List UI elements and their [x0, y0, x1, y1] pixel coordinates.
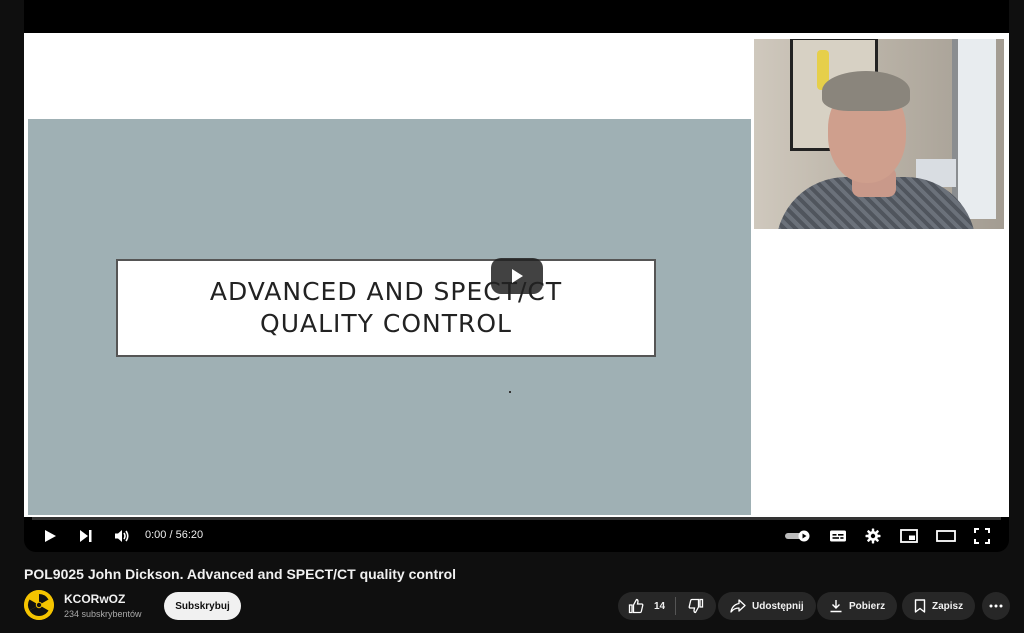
fullscreen-button[interactable] — [970, 520, 994, 552]
gear-icon — [865, 528, 881, 544]
download-label: Pobierz — [849, 600, 886, 612]
presentation-slide: ADVANCED AND SPECT/CT QUALITY CONTROL — [28, 119, 751, 515]
channel-name[interactable]: KCORwOZ — [64, 592, 125, 606]
autoplay-toggle[interactable] — [784, 520, 812, 552]
autoplay-toggle-icon — [785, 530, 810, 542]
play-icon — [512, 269, 523, 283]
subtitles-icon — [830, 530, 846, 542]
play-button[interactable] — [38, 520, 62, 552]
video-player[interactable]: ADVANCED AND SPECT/CT QUALITY CONTROL 0:… — [24, 0, 1009, 552]
like-dislike-group: 14 — [618, 592, 717, 620]
slide-title-box: ADVANCED AND SPECT/CT QUALITY CONTROL — [116, 259, 656, 357]
time-display: 0:00 / 56:20 — [145, 529, 203, 541]
current-time: 0:00 — [145, 529, 167, 541]
share-button[interactable]: Udostępnij — [718, 592, 816, 620]
time-separator: / — [166, 529, 176, 541]
thumbs-down-icon — [688, 598, 704, 614]
speaker-hair — [822, 71, 910, 111]
fullscreen-icon — [974, 528, 990, 544]
large-play-button[interactable] — [491, 258, 543, 294]
like-button[interactable]: 14 — [618, 592, 675, 620]
settings-button[interactable] — [861, 520, 885, 552]
more-horizontal-icon — [989, 604, 1003, 608]
theater-mode-button[interactable] — [933, 520, 959, 552]
skip-next-icon — [80, 530, 92, 542]
save-label: Zapisz — [932, 600, 964, 612]
dislike-button[interactable] — [676, 592, 716, 620]
next-button[interactable] — [74, 520, 98, 552]
channel-avatar[interactable] — [24, 590, 54, 620]
volume-icon — [115, 530, 129, 542]
slide-dot — [509, 391, 511, 393]
save-button[interactable]: Zapisz — [902, 592, 976, 620]
download-icon — [830, 600, 842, 613]
like-count: 14 — [654, 600, 666, 612]
speaker-webcam — [754, 39, 1004, 229]
play-icon — [45, 530, 56, 542]
thumbs-up-icon — [628, 598, 644, 614]
window — [952, 39, 996, 219]
video-title: POL9025 John Dickson. Advanced and SPECT… — [24, 566, 457, 582]
share-label: Udostępnij — [752, 600, 804, 612]
share-icon — [730, 599, 746, 613]
more-actions-button[interactable] — [982, 592, 1010, 620]
radiation-icon — [24, 590, 54, 620]
player-controls: 0:00 / 56:20 — [24, 520, 1009, 552]
miniplayer-button[interactable] — [897, 520, 921, 552]
miniplayer-icon — [900, 529, 918, 543]
subscriber-count: 234 subskrybentów — [64, 609, 142, 619]
subscribe-button[interactable]: Subskrybuj — [164, 592, 241, 620]
download-button[interactable]: Pobierz — [817, 592, 898, 620]
theater-mode-icon — [936, 530, 956, 542]
slide-title-line-2: QUALITY CONTROL — [260, 309, 512, 338]
volume-button[interactable] — [110, 520, 134, 552]
subtitles-button[interactable] — [826, 520, 850, 552]
duration: 56:20 — [175, 529, 204, 541]
bookmark-icon — [914, 599, 926, 613]
channel-row: KCORwOZ 234 subskrybentów Subskrybuj 14 — [24, 590, 1010, 624]
